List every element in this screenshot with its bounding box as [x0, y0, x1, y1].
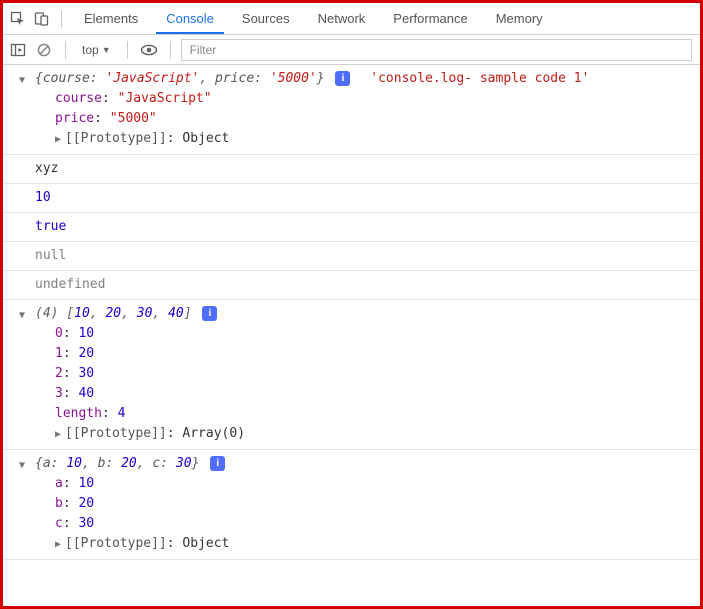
- prototype-value[interactable]: Object: [182, 131, 229, 146]
- tab-memory[interactable]: Memory: [482, 3, 557, 34]
- disclosure-triangle-icon[interactable]: ▶: [55, 535, 65, 555]
- log-entry: null: [3, 242, 700, 271]
- array-preview[interactable]: (4) [10, 20, 30, 40]: [35, 306, 192, 321]
- prop-key: 3: [55, 386, 63, 401]
- prop-value: 40: [78, 386, 94, 401]
- prop-value: 30: [78, 516, 94, 531]
- sidebar-toggle-icon[interactable]: [7, 39, 29, 61]
- separator: [127, 41, 128, 59]
- separator: [65, 41, 66, 59]
- separator: [170, 41, 171, 59]
- prop-value: 30: [78, 366, 94, 381]
- prop-value: 10: [78, 326, 94, 341]
- inspect-icon[interactable]: [7, 8, 29, 30]
- prop-key: c: [55, 516, 63, 531]
- object-preview[interactable]: {course: 'JavaScript', price: '5000'}: [35, 71, 325, 86]
- log-entry: ▼ (4) [10, 20, 30, 40] i 0: 10 1: 20 2: …: [3, 300, 700, 450]
- context-selector[interactable]: top ▼: [76, 41, 117, 59]
- log-entry: true: [3, 213, 700, 242]
- prop-key: price: [55, 111, 94, 126]
- tab-elements[interactable]: Elements: [70, 3, 152, 34]
- log-entry: xyz: [3, 155, 700, 184]
- prop-key: b: [55, 496, 63, 511]
- separator: [61, 10, 62, 28]
- prop-value: 10: [78, 476, 94, 491]
- console-output: ▼ {course: 'JavaScript', price: '5000'} …: [3, 65, 700, 560]
- disclosure-triangle-icon[interactable]: ▶: [55, 130, 65, 150]
- disclosure-triangle-icon[interactable]: ▼: [19, 71, 25, 91]
- tab-network[interactable]: Network: [304, 3, 380, 34]
- prop-value: "5000": [110, 111, 157, 126]
- tab-performance[interactable]: Performance: [379, 3, 481, 34]
- live-expression-icon[interactable]: [138, 39, 160, 61]
- log-entry: ▼ {course: 'JavaScript', price: '5000'} …: [3, 65, 700, 155]
- length-label: length: [55, 406, 102, 421]
- disclosure-triangle-icon[interactable]: ▼: [19, 306, 25, 326]
- context-label: top: [82, 43, 99, 57]
- tab-console[interactable]: Console: [152, 3, 228, 34]
- info-icon[interactable]: i: [202, 306, 217, 321]
- log-message: 'console.log- sample code 1': [370, 71, 589, 86]
- info-icon[interactable]: i: [335, 71, 350, 86]
- tab-sources[interactable]: Sources: [228, 3, 304, 34]
- info-icon[interactable]: i: [210, 456, 225, 471]
- object-preview[interactable]: {a: 10, b: 20, c: 30}: [35, 456, 199, 471]
- prop-value: "JavaScript": [118, 91, 212, 106]
- prototype-label: [[Prototype]]: [65, 131, 167, 146]
- object-props: course: "JavaScript" price: "5000" ▶[[Pr…: [35, 89, 692, 150]
- log-bool: true: [35, 219, 66, 234]
- devtools-topbar: Elements Console Sources Network Perform…: [3, 3, 700, 35]
- object-props: a: 10 b: 20 c: 30 ▶[[Prototype]]: Object: [35, 474, 692, 555]
- log-number: 10: [35, 190, 51, 205]
- prop-key: 2: [55, 366, 63, 381]
- disclosure-triangle-icon[interactable]: ▶: [55, 425, 65, 445]
- prototype-value[interactable]: Array(0): [182, 426, 245, 441]
- length-value: 4: [118, 406, 126, 421]
- filter-input[interactable]: Filter: [181, 39, 692, 61]
- prototype-value[interactable]: Object: [182, 536, 229, 551]
- log-null: null: [35, 248, 66, 263]
- prop-key: course: [55, 91, 102, 106]
- log-entry: 10: [3, 184, 700, 213]
- prop-key: 0: [55, 326, 63, 341]
- prototype-label: [[Prototype]]: [65, 536, 167, 551]
- log-string: xyz: [35, 161, 58, 176]
- prop-value: 20: [78, 496, 94, 511]
- log-entry: ▼ {a: 10, b: 20, c: 30} i a: 10 b: 20 c:…: [3, 450, 700, 560]
- clear-console-icon[interactable]: [33, 39, 55, 61]
- prop-key: 1: [55, 346, 63, 361]
- console-toolbar: top ▼ Filter: [3, 35, 700, 65]
- chevron-down-icon: ▼: [102, 45, 111, 55]
- log-undefined: undefined: [35, 277, 105, 292]
- device-toggle-icon[interactable]: [31, 8, 53, 30]
- prototype-label: [[Prototype]]: [65, 426, 167, 441]
- panel-tabs: Elements Console Sources Network Perform…: [70, 3, 557, 34]
- array-items: 0: 10 1: 20 2: 30 3: 40 length: 4 ▶[[Pro…: [35, 324, 692, 445]
- prop-key: a: [55, 476, 63, 491]
- prop-value: 20: [78, 346, 94, 361]
- disclosure-triangle-icon[interactable]: ▼: [19, 456, 25, 476]
- log-entry: undefined: [3, 271, 700, 300]
